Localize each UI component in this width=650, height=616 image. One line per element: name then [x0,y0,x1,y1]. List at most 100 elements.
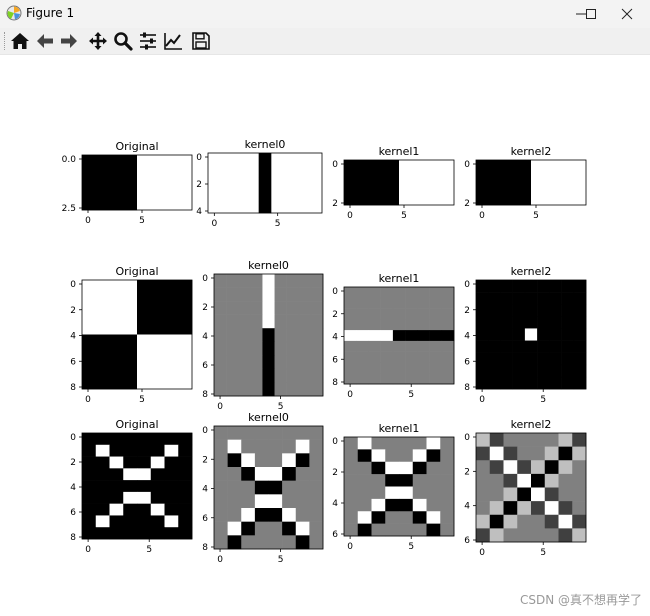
y-tick-label: 2 [464,467,470,477]
heatmap-cell [368,330,381,342]
heatmap-cell [399,511,414,524]
heatmap-cell [512,328,526,341]
heatmap-cell [476,304,489,317]
heatmap-cell [344,511,359,524]
subplot-title: kernel2 [511,265,552,278]
heatmap-cell [429,373,443,385]
heatmap-cell [241,508,256,522]
heatmap-cell [296,189,310,202]
heatmap-cell [344,461,359,475]
y-tick-label: 8 [464,383,470,393]
heatmap-cell [95,433,110,446]
heatmap-cell [344,297,357,309]
heatmap-cell [558,514,573,529]
heatmap-cell [417,340,430,352]
y-tick-label: 2 [196,180,202,190]
x-tick-label: 0 [479,211,485,221]
maximize-icon [586,9,596,19]
heatmap-cell [417,297,430,309]
heatmap-cell [309,453,324,468]
heatmap-cell [178,491,193,504]
heatmap-cell [274,382,287,397]
heatmap-cell [82,491,97,504]
y-tick-label: 6 [464,536,470,546]
heatmap-cell [123,527,138,540]
heatmap-cell [344,362,357,374]
heatmap-cell [572,501,587,516]
heatmap-cell [385,523,400,537]
heatmap-cell [476,460,491,475]
back-button[interactable] [34,30,56,52]
heatmap-cell [238,355,251,370]
heatmap-cell [226,368,239,383]
heatmap-cell [488,328,501,341]
heatmap-cell [164,433,179,446]
configure-subplots-button[interactable] [137,30,159,52]
y-tick-label: 0 [196,153,202,163]
heatmap-cell [405,373,418,385]
heatmap-cell [517,433,532,447]
heatmap-cell [214,328,227,343]
forward-button[interactable] [58,30,80,52]
heatmap-cell [178,515,193,528]
heatmap-cell [268,439,283,454]
pan-button[interactable] [87,30,109,52]
close-button[interactable] [604,0,650,28]
y-tick-label: 0 [202,426,208,436]
heatmap-cell [549,280,562,293]
heatmap-cell [356,297,369,309]
heatmap-cell [109,433,124,446]
heatmap-cell [344,449,359,463]
heatmap-cell [476,328,489,341]
y-tick-label: 0 [332,160,338,170]
figure-canvas[interactable]: Original 0 5 0.0 2.5 kernel0 0 5 0 2 4 kernel1 0 5 0 2 k… [0,55,650,612]
heatmap-cell [309,426,324,440]
heatmap-cell [268,453,283,468]
heatmap-cell [429,308,443,320]
heatmap-cell [258,201,272,214]
heatmap-cell [214,314,227,329]
heatmap-cell [531,160,587,206]
heatmap-cell [298,287,312,302]
heatmap-cell [309,201,323,214]
y-tick-label: 0 [202,274,208,284]
heatmap-cell [137,468,152,481]
subplot-7: kernel1 0 5 0 2 4 6 8 [332,272,455,400]
heatmap-cell [405,351,418,363]
heatmap-cell [123,444,138,457]
heatmap-cell [412,449,427,463]
heatmap-cell [220,189,234,202]
heatmap-cell [137,456,152,469]
heatmap-cell [178,468,193,481]
heatmap-cell [164,444,179,457]
heatmap-cell [531,460,546,475]
edit-axis-button[interactable] [162,30,184,52]
heatmap-cell [441,330,455,342]
heatmap-cell [214,508,228,522]
heatmap-cell [441,362,455,374]
heatmap-cell [271,189,285,202]
heatmap-cell [214,355,227,370]
heatmap-cell [214,274,227,288]
heatmap-cell [238,301,251,315]
subplot-grid: Original0 50.02.5kernel00 5024kernel10 502k… [62,138,587,565]
heatmap-cell [137,503,152,516]
heatmap-cell [137,480,152,493]
heatmap-cell [268,535,283,550]
heatmap-cell [274,287,287,302]
home-button[interactable] [9,30,31,52]
heatmap-cell [150,480,165,493]
heatmap-cell [476,160,532,206]
heatmap-cell [298,382,312,397]
heatmap-cell [123,456,138,469]
heatmap-cell [573,328,587,341]
y-tick-label: 0 [70,280,76,290]
heatmap-cell [572,514,587,529]
heatmap-cell [558,528,573,543]
save-button[interactable] [190,30,212,52]
heatmap-cell [286,314,300,329]
heatmap-cell [286,274,300,288]
zoom-button[interactable] [112,30,134,52]
heatmap-cell [573,364,587,378]
heatmap-cell [371,498,386,512]
